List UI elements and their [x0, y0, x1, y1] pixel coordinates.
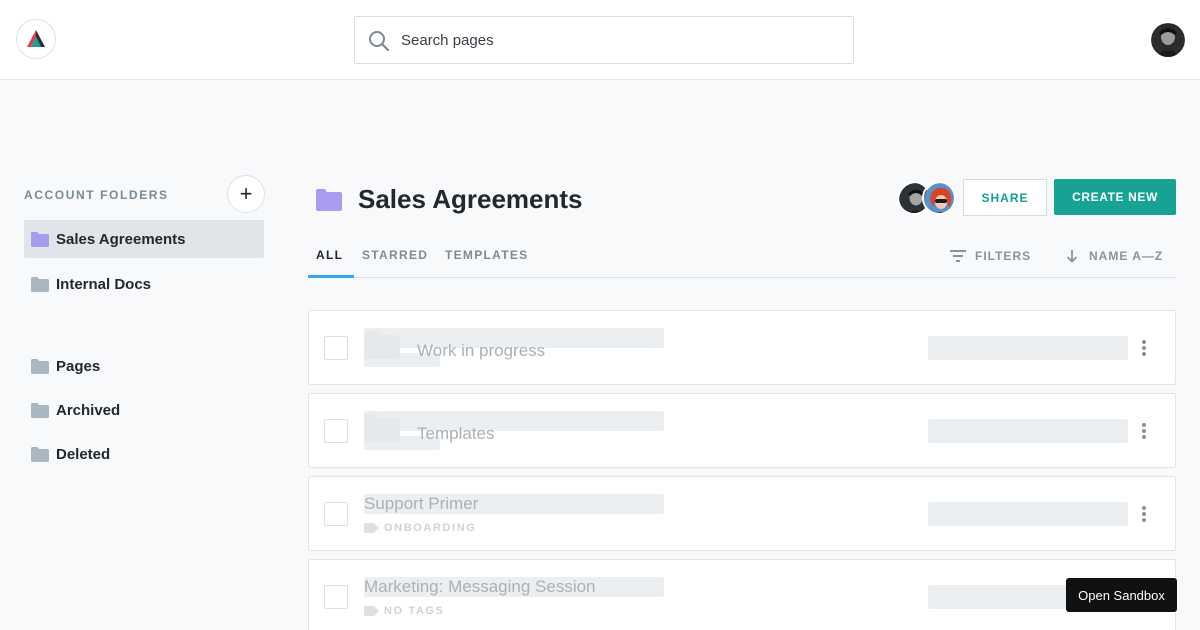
- folder-icon: [31, 446, 49, 462]
- folder-icon: [31, 358, 49, 374]
- folder-icon: [31, 402, 49, 418]
- folder-icon: [364, 331, 400, 359]
- open-sandbox-button[interactable]: Open Sandbox: [1066, 578, 1177, 612]
- sidebar-item-sales-agreements[interactable]: Sales Agreements: [24, 220, 264, 258]
- sort-label: NAME A—Z: [1089, 249, 1164, 263]
- list-item[interactable]: Work in progress: [308, 310, 1176, 385]
- sidebar-item-label: Sales Agreements: [56, 230, 186, 248]
- account-folders-heading: ACCOUNT FOLDERS: [24, 188, 169, 202]
- arrow-down-icon: [1066, 250, 1078, 263]
- sidebar-item-label: Internal Docs: [56, 275, 152, 293]
- sidebar-item-label: Archived: [56, 401, 121, 419]
- sort-button[interactable]: NAME A—Z: [1066, 249, 1163, 263]
- page-title: Sales Agreements: [358, 184, 583, 214]
- sidebar-item-deleted[interactable]: Deleted: [24, 435, 264, 473]
- skeleton-title: [364, 411, 664, 431]
- more-options-icon[interactable]: [1137, 504, 1151, 524]
- tab-starred[interactable]: STARRED: [362, 248, 428, 262]
- user-avatar[interactable]: [1151, 23, 1185, 57]
- top-bar: [0, 0, 1200, 80]
- list-item[interactable]: Templates: [308, 393, 1176, 468]
- sidebar-item-archived[interactable]: Archived: [24, 391, 264, 429]
- item-name: Templates: [417, 424, 495, 443]
- search-box: [354, 16, 854, 64]
- item-name: Support Primer: [364, 494, 479, 513]
- list-item[interactable]: Marketing: Messaging Session NO TAGS: [308, 559, 1176, 630]
- row-checkbox[interactable]: [324, 502, 348, 526]
- tag-icon: [364, 606, 379, 616]
- sidebar-item-internal-docs[interactable]: Internal Docs: [24, 265, 264, 303]
- skeleton-meta: [928, 419, 1128, 443]
- tabs-divider: [308, 277, 1176, 278]
- list-item[interactable]: Support Primer ONBOARDING: [308, 476, 1176, 551]
- skeleton-meta: [928, 502, 1128, 526]
- collaborator-avatar[interactable]: [922, 181, 956, 215]
- search-icon: [369, 31, 390, 52]
- filters-label: FILTERS: [975, 249, 1032, 263]
- folder-icon: [31, 276, 49, 292]
- more-options-icon[interactable]: [1137, 338, 1151, 358]
- share-button[interactable]: SHARE: [963, 179, 1047, 216]
- page-header: Sales Agreements: [316, 184, 582, 215]
- row-checkbox[interactable]: [324, 419, 348, 443]
- sidebar-item-pages[interactable]: Pages: [24, 347, 264, 385]
- tag-label: ONBOARDING: [364, 522, 476, 534]
- tab-all[interactable]: ALL: [316, 248, 343, 262]
- tag-icon: [364, 523, 379, 533]
- folder-icon: [31, 231, 49, 247]
- more-options-icon[interactable]: [1137, 421, 1151, 441]
- add-folder-button[interactable]: +: [227, 175, 265, 213]
- row-checkbox[interactable]: [324, 585, 348, 609]
- item-name: Work in progress: [417, 341, 546, 360]
- skeleton-meta: [928, 336, 1128, 360]
- sidebar-item-label: Pages: [56, 357, 101, 375]
- create-new-button[interactable]: CREATE NEW: [1054, 179, 1176, 215]
- tag-text: ONBOARDING: [384, 522, 477, 534]
- filters-button[interactable]: FILTERS: [950, 249, 1031, 263]
- tag-label: NO TAGS: [364, 605, 445, 617]
- folder-icon: [316, 188, 342, 211]
- item-name: Marketing: Messaging Session: [364, 577, 596, 596]
- sidebar-item-label: Deleted: [56, 445, 111, 463]
- brand-logo-icon[interactable]: [16, 19, 56, 59]
- row-checkbox[interactable]: [324, 336, 348, 360]
- filter-icon: [950, 250, 966, 262]
- tag-text: NO TAGS: [384, 605, 445, 617]
- tab-templates[interactable]: TEMPLATES: [445, 248, 528, 262]
- folder-icon: [364, 414, 400, 442]
- search-input[interactable]: [401, 17, 841, 63]
- active-tab-indicator: [308, 275, 354, 278]
